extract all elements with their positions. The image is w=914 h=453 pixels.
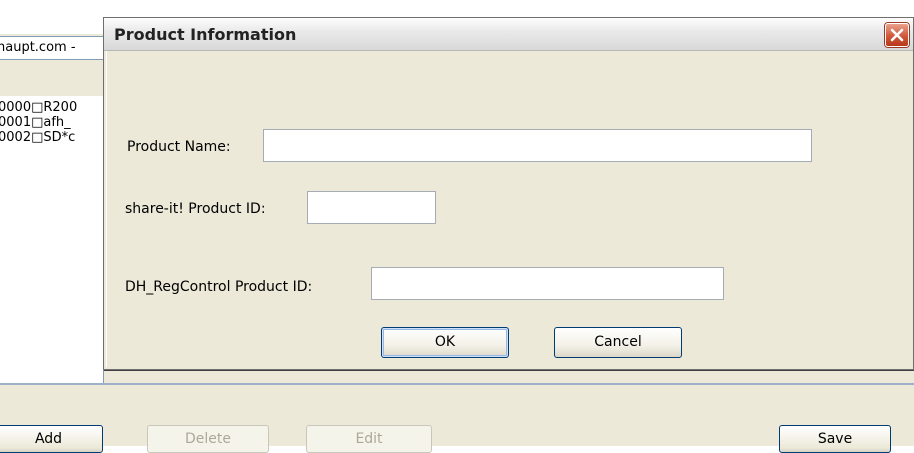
close-button[interactable] <box>885 23 909 47</box>
product-information-dialog: Product Information Product Name: share-… <box>103 17 914 370</box>
email-field-text: naupt.com - <box>0 40 76 55</box>
cancel-button[interactable]: Cancel <box>554 327 682 358</box>
shareit-product-id-label: share-it! Product ID: <box>125 201 266 217</box>
product-list[interactable]: 0000□R200 0001□afh_ 0002□SD*c <box>0 96 104 386</box>
dh-regcontrol-product-id-label: DH_RegControl Product ID: <box>125 279 313 295</box>
list-item[interactable]: 0002□SD*c <box>0 130 103 145</box>
edit-button[interactable]: Edit <box>306 425 432 453</box>
dh-regcontrol-product-id-input[interactable] <box>371 267 724 300</box>
close-icon <box>890 28 904 42</box>
email-field[interactable]: naupt.com - <box>0 36 104 60</box>
bottom-toolbar <box>0 385 914 446</box>
product-name-label: Product Name: <box>127 139 231 155</box>
dialog-title: Product Information <box>114 25 297 44</box>
list-item[interactable]: 0001□afh_ <box>0 115 103 130</box>
dialog-titlebar[interactable]: Product Information <box>104 18 913 51</box>
ok-button[interactable]: OK <box>381 327 509 358</box>
list-item[interactable]: 0000□R200 <box>0 100 103 115</box>
dialog-content: Product Name: share-it! Product ID: DH_R… <box>106 51 911 367</box>
add-button[interactable]: Add <box>0 425 103 453</box>
delete-button[interactable]: Delete <box>147 425 269 453</box>
product-name-input[interactable] <box>263 129 812 162</box>
shareit-product-id-input[interactable] <box>307 191 436 224</box>
save-button[interactable]: Save <box>779 425 891 453</box>
